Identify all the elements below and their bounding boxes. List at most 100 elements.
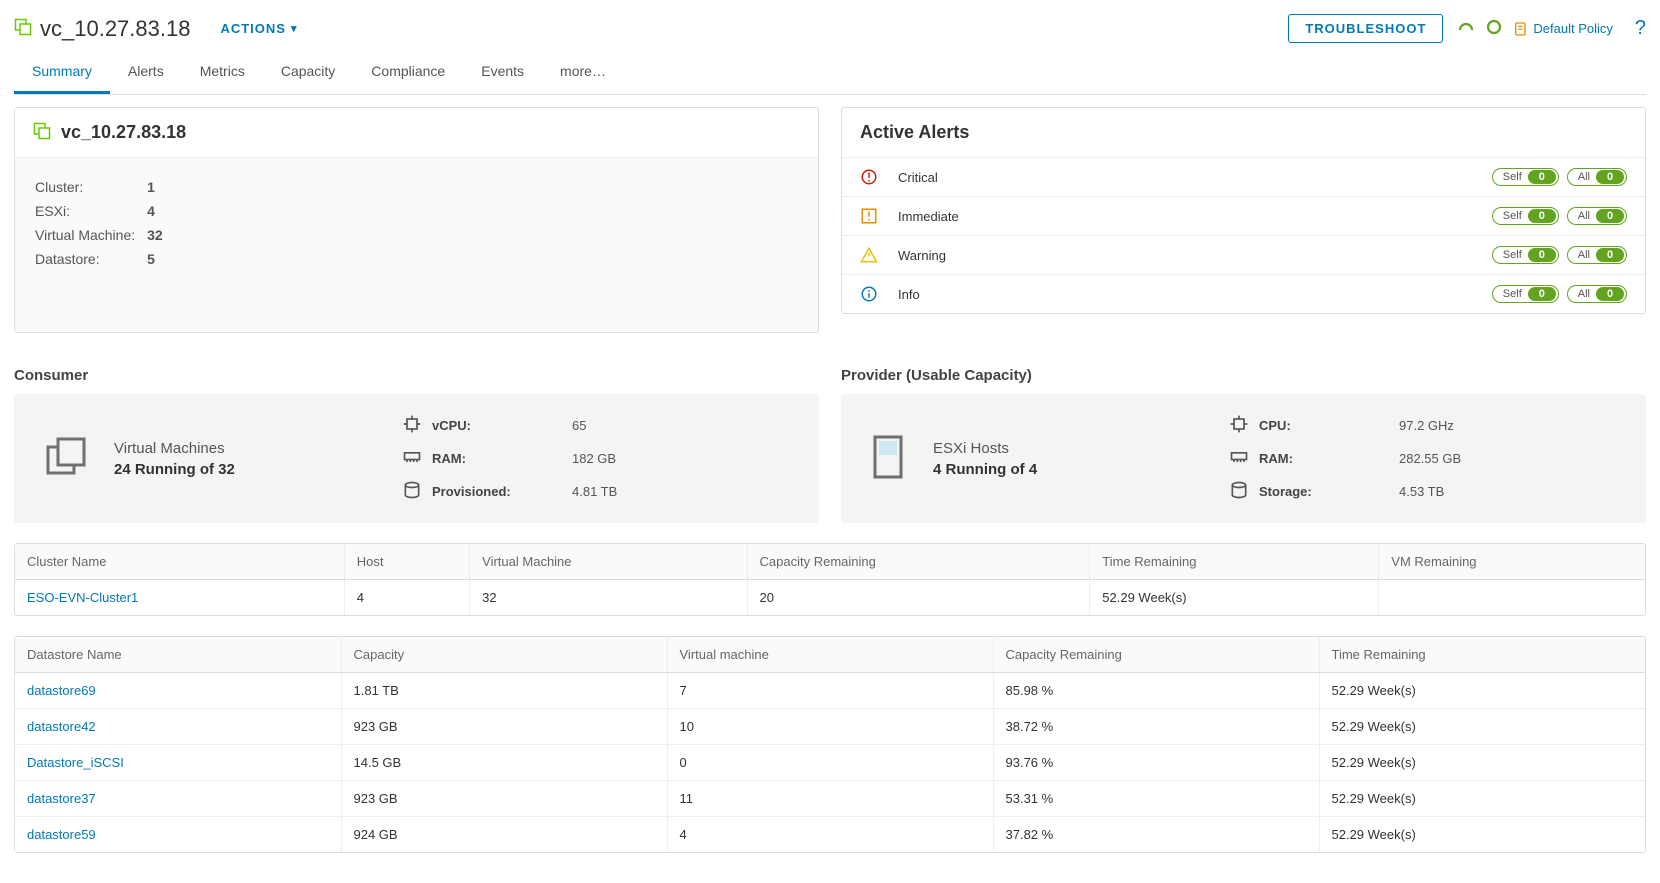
actions-dropdown[interactable]: ACTIONS▾: [220, 21, 297, 36]
pill-all-warning[interactable]: All0: [1567, 246, 1627, 264]
col-header[interactable]: Virtual Machine: [470, 544, 747, 580]
metric-value: 65: [572, 418, 791, 433]
default-policy-link[interactable]: Default Policy: [1513, 21, 1612, 37]
col-header[interactable]: Datastore Name: [15, 637, 341, 673]
cell: 52.29 Week(s): [1319, 709, 1645, 745]
tab-compliance[interactable]: Compliance: [353, 53, 463, 94]
metric-label: Storage:: [1259, 484, 1399, 499]
info-icon: [860, 285, 888, 303]
table-row: Datastore_iSCSI14.5 GB093.76 %52.29 Week…: [15, 745, 1645, 781]
pill-all-critical[interactable]: All0: [1567, 168, 1627, 186]
page-title: vc_10.27.83.18: [40, 16, 190, 42]
consumer-headline: Virtual Machines: [114, 440, 235, 457]
storage-icon: [402, 480, 432, 503]
col-header[interactable]: Capacity: [341, 637, 667, 673]
alert-label: Immediate: [888, 209, 1492, 224]
pill-self-warning[interactable]: Self0: [1492, 246, 1559, 264]
tab-metrics[interactable]: Metrics: [182, 53, 263, 94]
row-link[interactable]: Datastore_iSCSI: [27, 755, 124, 770]
pill-all-info[interactable]: All0: [1567, 285, 1627, 303]
cell: 52.29 Week(s): [1319, 817, 1645, 853]
col-header[interactable]: Cluster Name: [15, 544, 344, 580]
summary-card: vc_10.27.83.18 Cluster:1ESXi:4Virtual Ma…: [14, 107, 819, 333]
cell: 38.72 %: [993, 709, 1319, 745]
host-icon: [869, 433, 909, 484]
table-row: datastore69 1.81 TB785.98 %52.29 Week(s): [15, 673, 1645, 709]
cell: 923 GB: [341, 781, 667, 817]
col-header[interactable]: Host: [344, 544, 469, 580]
col-header[interactable]: Capacity Remaining: [747, 544, 1090, 580]
pill-self-immediate[interactable]: Self0: [1492, 207, 1559, 225]
row-link[interactable]: ESO-EVN-Cluster1: [27, 590, 138, 605]
cluster-table: Cluster NameHostVirtual MachineCapacity …: [15, 544, 1645, 615]
provider-title: Provider (Usable Capacity): [841, 367, 1646, 384]
alert-row-critical: CriticalSelf0 All0: [842, 157, 1645, 196]
metric-label: RAM:: [432, 451, 572, 466]
metric-value: 4.53 TB: [1399, 484, 1618, 499]
warning-icon: [860, 246, 888, 264]
ram-icon: [1229, 447, 1259, 470]
stat-label: ESXi:: [35, 200, 145, 222]
row-link[interactable]: datastore42: [27, 719, 96, 734]
cell: 52.29 Week(s): [1319, 745, 1645, 781]
alert-label: Critical: [888, 170, 1492, 185]
cell: 1.81 TB: [341, 673, 667, 709]
provider-headline: ESXi Hosts: [933, 440, 1037, 457]
cell: datastore69: [15, 673, 341, 709]
col-header[interactable]: Time Remaining: [1319, 637, 1645, 673]
stat-label: Virtual Machine:: [35, 224, 145, 246]
cell: ESO-EVN-Cluster1: [15, 580, 344, 616]
tab-events[interactable]: Events: [463, 53, 542, 94]
col-header[interactable]: Time Remaining: [1090, 544, 1379, 580]
row-link[interactable]: datastore69: [27, 683, 96, 698]
immediate-icon: [860, 207, 888, 225]
tab-summary[interactable]: Summary: [14, 53, 110, 94]
pill-all-immediate[interactable]: All0: [1567, 207, 1627, 225]
cell: 11: [667, 781, 993, 817]
cell: 924 GB: [341, 817, 667, 853]
tab-alerts[interactable]: Alerts: [110, 53, 182, 94]
provider-card: ESXi Hosts 4 Running of 4 CPU:97.2 GHzRA…: [841, 394, 1646, 523]
stat-label: Cluster:: [35, 176, 145, 198]
provider-sub: 4 Running of 4: [933, 461, 1037, 478]
row-link[interactable]: datastore37: [27, 791, 96, 806]
pill-self-info[interactable]: Self0: [1492, 285, 1559, 303]
pill-self-critical[interactable]: Self0: [1492, 168, 1559, 186]
table-row: ESO-EVN-Cluster14322052.29 Week(s): [15, 580, 1645, 616]
storage-icon: [1229, 480, 1259, 503]
cell: 52.29 Week(s): [1319, 673, 1645, 709]
cell: 37.82 %: [993, 817, 1319, 853]
tab-more[interactable]: more…: [542, 53, 624, 94]
cell: 52.29 Week(s): [1090, 580, 1379, 616]
alert-label: Warning: [888, 248, 1492, 263]
cell: 85.98 %: [993, 673, 1319, 709]
help-icon[interactable]: ?: [1635, 17, 1646, 40]
stat-value: 1: [147, 176, 163, 198]
cell: 10: [667, 709, 993, 745]
tab-capacity[interactable]: Capacity: [263, 53, 353, 94]
alert-row-immediate: ImmediateSelf0 All0: [842, 196, 1645, 235]
cell: 52.29 Week(s): [1319, 781, 1645, 817]
vcenter-icon: [33, 122, 51, 143]
cell: [1379, 580, 1645, 616]
col-header[interactable]: Capacity Remaining: [993, 637, 1319, 673]
datastore-table: Datastore NameCapacityVirtual machineCap…: [15, 637, 1645, 852]
metric-value: 282.55 GB: [1399, 451, 1618, 466]
alerts-card-title: Active Alerts: [860, 122, 969, 143]
cell: 7: [667, 673, 993, 709]
cell: datastore42: [15, 709, 341, 745]
status-ok-icon: [1485, 18, 1503, 39]
cpu-icon: [402, 414, 432, 437]
troubleshoot-button[interactable]: TROUBLESHOOT: [1288, 14, 1443, 43]
tabs: SummaryAlertsMetricsCapacityComplianceEv…: [14, 53, 1646, 95]
cell: 14.5 GB: [341, 745, 667, 781]
col-header[interactable]: VM Remaining: [1379, 544, 1645, 580]
chevron-down-icon: ▾: [291, 22, 298, 35]
cell: Datastore_iSCSI: [15, 745, 341, 781]
table-row: datastore59924 GB437.82 %52.29 Week(s): [15, 817, 1645, 853]
col-header[interactable]: Virtual machine: [667, 637, 993, 673]
metric-label: vCPU:: [432, 418, 572, 433]
cell: 923 GB: [341, 709, 667, 745]
alert-row-info: InfoSelf0All0: [842, 274, 1645, 313]
consumer-title: Consumer: [14, 367, 819, 384]
